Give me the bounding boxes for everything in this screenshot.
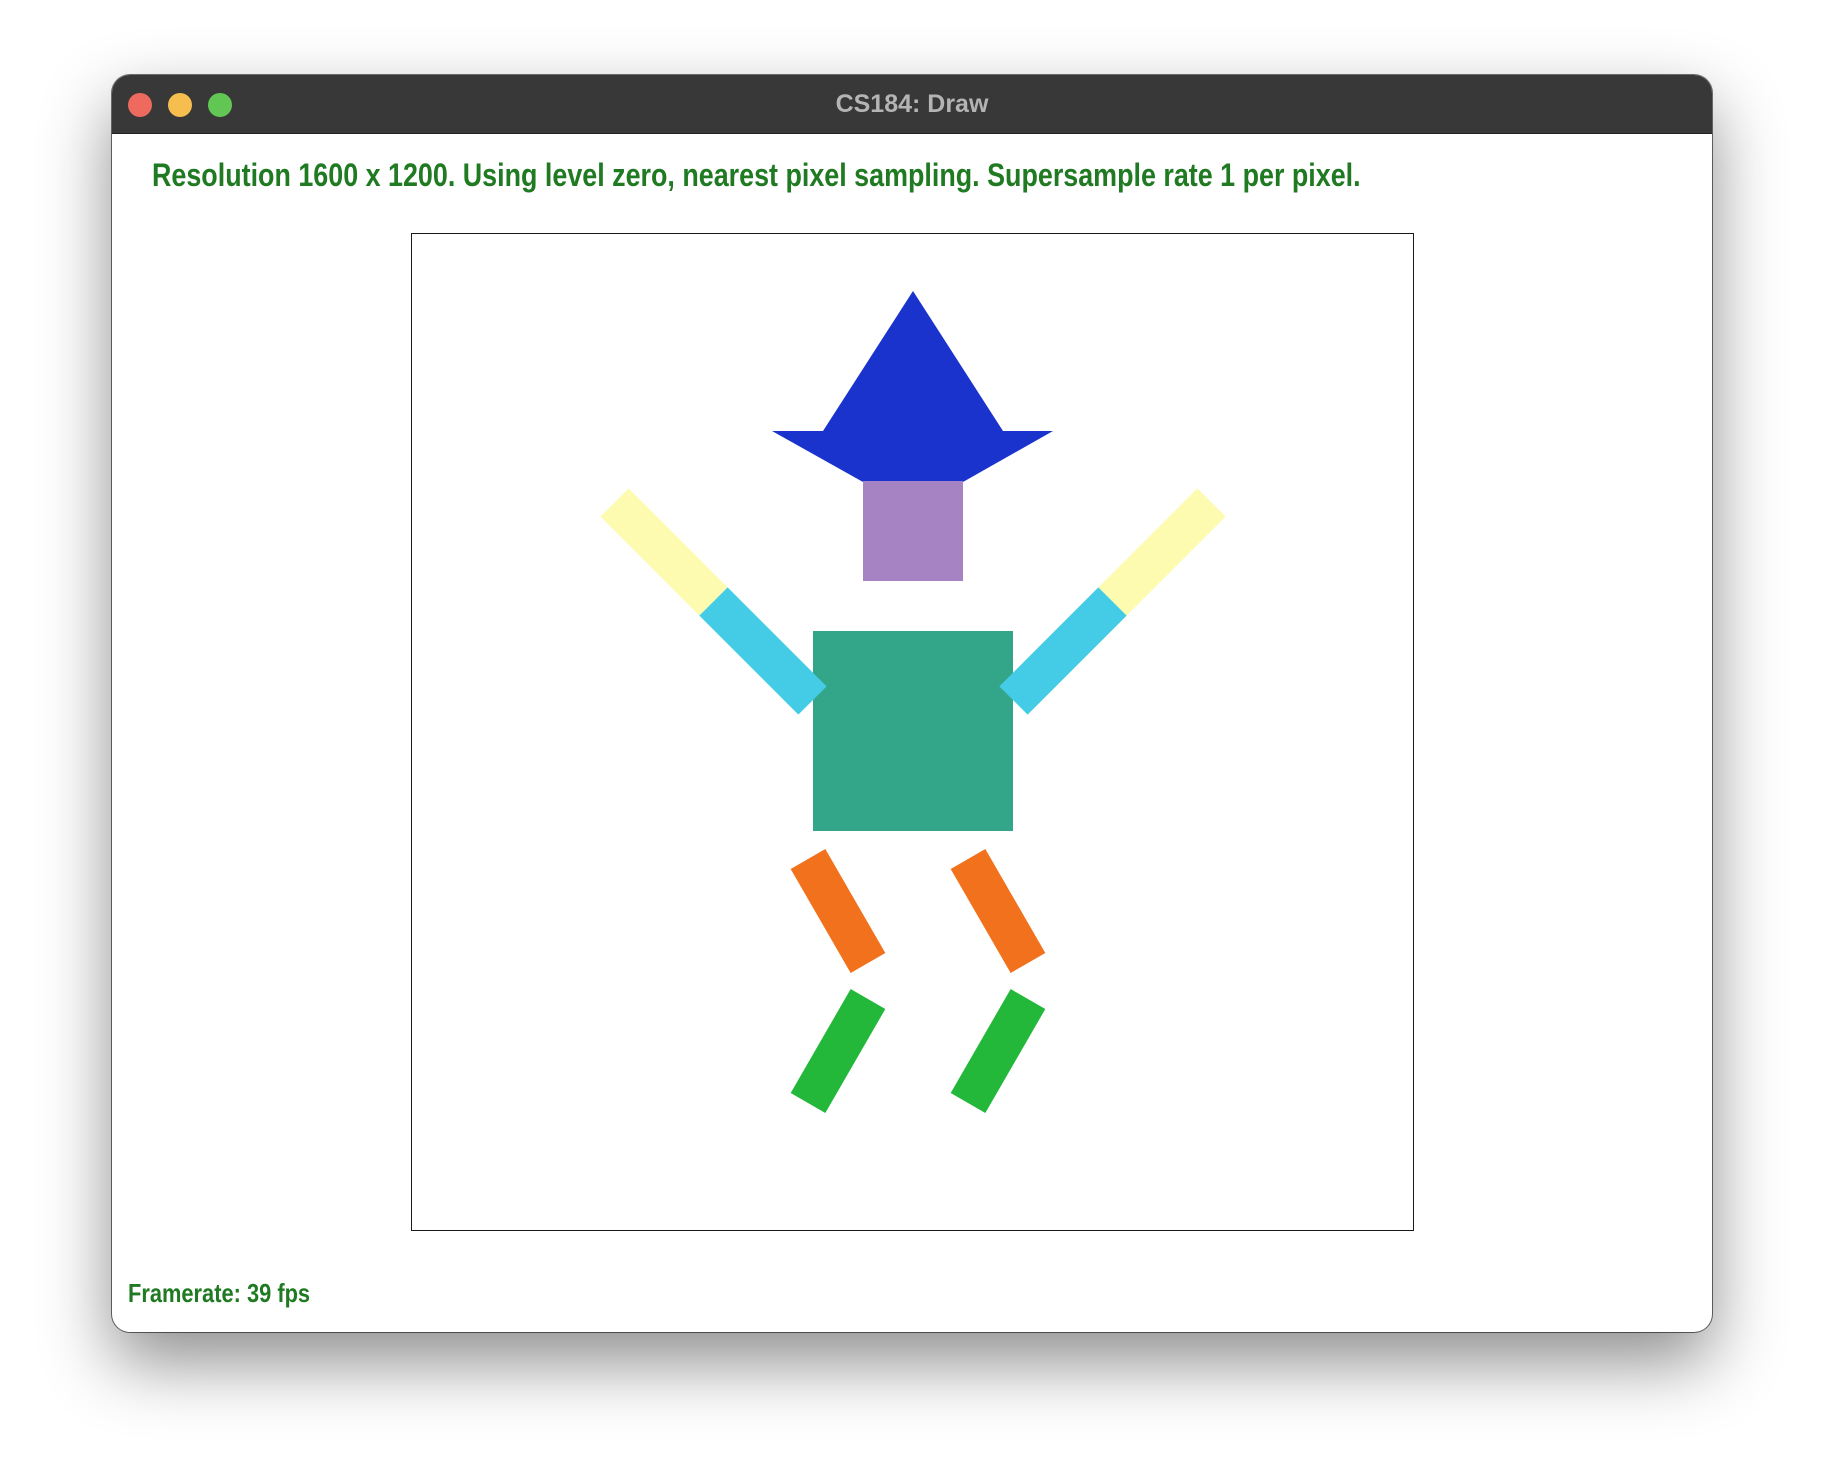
left-shin: [790, 989, 886, 1113]
hat-shape: [772, 291, 1053, 482]
stick-figure-drawing: [600, 291, 1226, 1113]
right-upper-arm: [1098, 488, 1226, 616]
body-shape: [813, 631, 1013, 831]
right-shin: [950, 989, 1046, 1113]
framerate-text: Framerate: 39 fps: [128, 1278, 311, 1308]
head-shape: [863, 481, 963, 581]
app-window: CS184: Draw Resolution 1600 x 1200. Usin…: [112, 75, 1712, 1332]
left-upper-arm: [600, 488, 728, 616]
right-forearm: [999, 587, 1127, 715]
status-text: Resolution 1600 x 1200. Using level zero…: [152, 157, 1361, 193]
drawing-canvas[interactable]: [411, 233, 1414, 1231]
window-title: CS184: Draw: [835, 90, 989, 118]
title-bar[interactable]: CS184: Draw: [112, 75, 1712, 134]
right-thigh: [950, 849, 1046, 973]
left-forearm: [699, 587, 827, 715]
left-thigh: [790, 849, 886, 973]
